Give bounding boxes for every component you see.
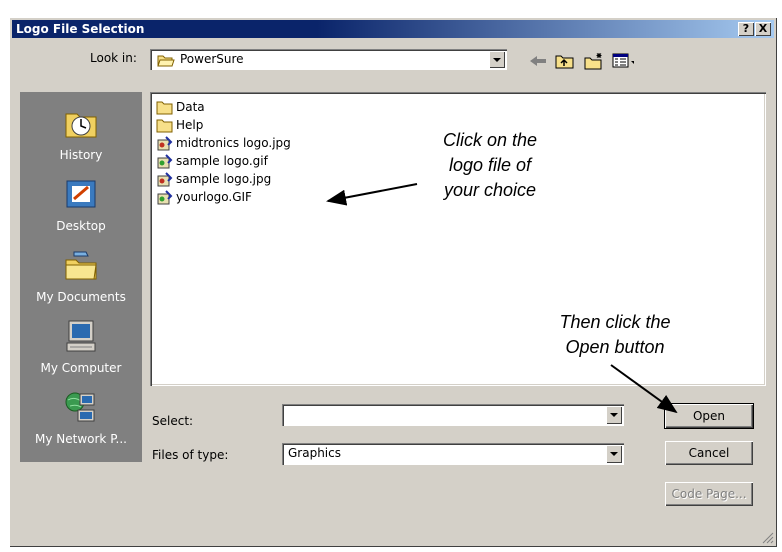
arrow-to-file-list <box>326 183 418 206</box>
annotation-arrows <box>326 183 678 414</box>
arrow-to-open-button <box>610 364 678 414</box>
